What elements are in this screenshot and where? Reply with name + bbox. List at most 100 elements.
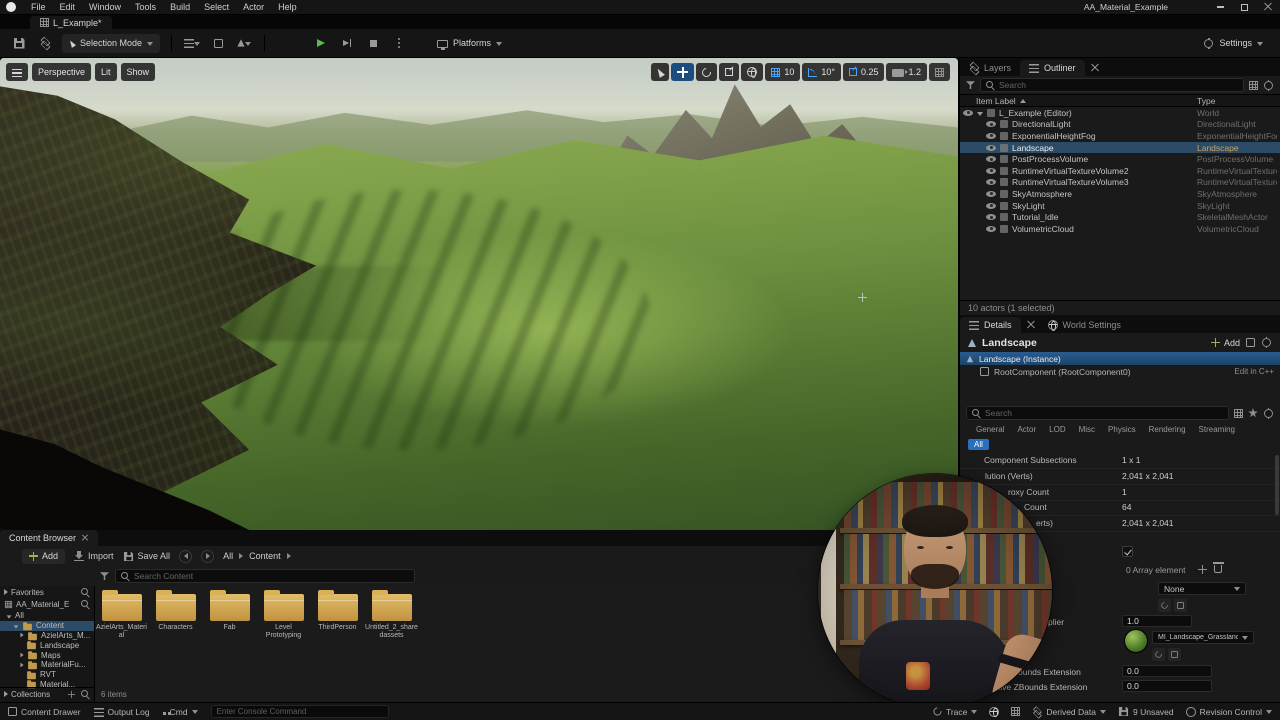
details-scrollbar[interactable] [1275,455,1279,515]
rotation-snap-button[interactable]: 10° [802,63,841,81]
widgets-icon[interactable] [1011,707,1021,716]
display-filter-icon[interactable] [1234,408,1243,418]
show-dropdown[interactable]: Show [120,63,156,81]
none-dropdown[interactable]: None [1158,582,1246,595]
stop-button[interactable] [364,34,382,53]
folder-untitled2-sharedassets[interactable]: Untitled_2_sharedassets [365,590,418,640]
outliner-settings-icon[interactable] [1263,79,1274,91]
tree-item-all[interactable]: All [0,611,94,621]
visibility-eye-icon[interactable] [986,144,996,151]
view-mode-dropdown[interactable]: Lit [95,63,117,81]
visibility-eye-icon[interactable] [986,132,996,139]
select-tool-button[interactable] [651,63,670,81]
camera-speed-button[interactable]: 1.2 [886,63,927,81]
outliner-row-rvt2[interactable]: RuntimeVirtualTextureVolume2 RuntimeVirtu… [960,165,1280,177]
browse-asset-icon[interactable] [1158,599,1171,612]
tree-item-maps[interactable]: Maps [0,650,94,660]
filter-icon[interactable] [966,81,975,90]
outliner-row-landscape[interactable]: Landscape Landscape [960,141,1280,154]
folder-azielarts-material[interactable]: AzielArts_Material [95,590,148,640]
details-options-icon[interactable] [1246,338,1255,347]
tab-layers[interactable]: Layers [960,60,1020,76]
tab-content-browser[interactable]: Content Browser [0,530,99,546]
expand-arrow-icon[interactable] [977,112,983,117]
project-section[interactable]: AA_Material_E [0,599,94,612]
folder-thirdperson[interactable]: ThirdPerson [311,590,364,632]
tree-item-content[interactable]: Content [0,620,94,631]
outliner-row-postprocess[interactable]: PostProcessVolume PostProcessVolume [960,153,1280,165]
visibility-eye-icon[interactable] [986,167,996,174]
maximize-viewport-button[interactable] [929,63,950,81]
details-settings-icon[interactable] [1261,337,1272,348]
menu-help[interactable]: Help [271,0,304,15]
multiplier-input[interactable]: 1.0 [1122,615,1192,627]
move-tool-button[interactable] [671,63,695,81]
visibility-eye-icon[interactable] [986,190,996,197]
grid-snap-button[interactable]: 10 [765,63,801,81]
viewport-options-menu[interactable] [6,63,28,81]
menu-build[interactable]: Build [163,0,197,15]
tab-world-settings[interactable]: World Settings [1039,317,1130,333]
console-command-box[interactable] [210,705,389,718]
tab-outliner[interactable]: Outliner [1020,60,1085,76]
level-tab[interactable]: L_Example* [30,16,112,29]
item-label-column[interactable]: Item Label [976,96,1016,106]
console-command-input[interactable] [216,707,383,716]
output-log-button[interactable]: Output Log [93,707,150,717]
menu-actor[interactable]: Actor [236,0,271,15]
visibility-eye-icon[interactable] [986,156,996,163]
settings-dropdown[interactable]: Settings [1196,34,1270,53]
use-selected-icon[interactable] [1174,599,1187,612]
content-drawer-button[interactable]: Content Drawer [8,707,81,717]
folder-fab[interactable]: Fab [203,590,256,632]
use-selected-material-icon[interactable] [1168,648,1181,661]
details-search-input[interactable] [985,408,1223,418]
add-content-button[interactable]: Add [22,548,66,564]
visibility-eye-icon[interactable] [986,214,996,221]
minimize-button[interactable] [1208,0,1232,15]
outliner-search-input[interactable] [999,80,1238,90]
material-thumbnail[interactable] [1124,629,1148,653]
details-search-box[interactable] [966,406,1229,420]
platforms-dropdown[interactable]: Platforms [430,34,509,53]
viewport-3d-scene[interactable]: Perspective Lit Show 10 10° 0.25 1.2 [0,58,958,530]
visibility-eye-icon[interactable] [986,121,996,128]
bounds-input[interactable]: 0.0 [1122,665,1212,677]
property-checkbox[interactable] [1122,546,1133,557]
outliner-row-rvt3[interactable]: RuntimeVirtualTextureVolume3 RuntimeVirtu… [960,177,1280,189]
outliner-row-skylight[interactable]: SkyLight SkyLight [960,200,1280,212]
maximize-button[interactable] [1232,0,1256,15]
import-button[interactable]: Import [74,551,114,561]
tree-item-rvt[interactable]: RVT [0,670,94,680]
surface-snap-button[interactable] [741,63,764,81]
scale-snap-button[interactable]: 0.25 [842,63,885,81]
revision-control-dropdown[interactable]: Revision Control [1185,706,1272,717]
close-button[interactable] [1256,0,1280,15]
category-streaming[interactable]: Streaming [1199,425,1235,434]
tree-item-azielarts[interactable]: AzielArts_M... [0,631,94,641]
favorites-icon[interactable] [1248,408,1258,418]
add-array-element-icon[interactable] [1198,565,1207,574]
content-search-box[interactable] [115,569,415,583]
folder-characters[interactable]: Characters [149,590,202,632]
menu-file[interactable]: File [24,0,53,15]
scale-tool-button[interactable] [719,63,740,81]
outliner-row-level[interactable]: L_Example (Editor) World [960,107,1280,119]
all-filter-chip[interactable]: All [968,438,989,450]
back-button[interactable] [179,549,193,563]
visibility-eye-icon[interactable] [963,109,973,116]
close-content-browser-icon[interactable] [82,535,88,541]
menu-tools[interactable]: Tools [128,0,163,15]
breadcrumb-all[interactable]: All [223,551,233,561]
rotate-tool-button[interactable] [696,63,718,81]
material-dropdown[interactable]: MI_Landscape_Grassland1 [1152,631,1254,644]
zbounds-input[interactable]: 0.0 [1122,680,1212,692]
unsaved-button[interactable]: 9 Unsaved [1118,706,1174,717]
tab-details[interactable]: Details [960,317,1021,333]
type-column[interactable]: Type [1197,96,1215,106]
breadcrumb-content[interactable]: Content [249,551,281,561]
component-row-landscape-instance[interactable]: Landscape (Instance) [960,352,1280,365]
edit-in-cpp-link[interactable]: Edit in C++ [1234,367,1274,376]
perspective-dropdown[interactable]: Perspective [32,63,92,81]
trace-dropdown[interactable]: Trace [931,705,978,718]
